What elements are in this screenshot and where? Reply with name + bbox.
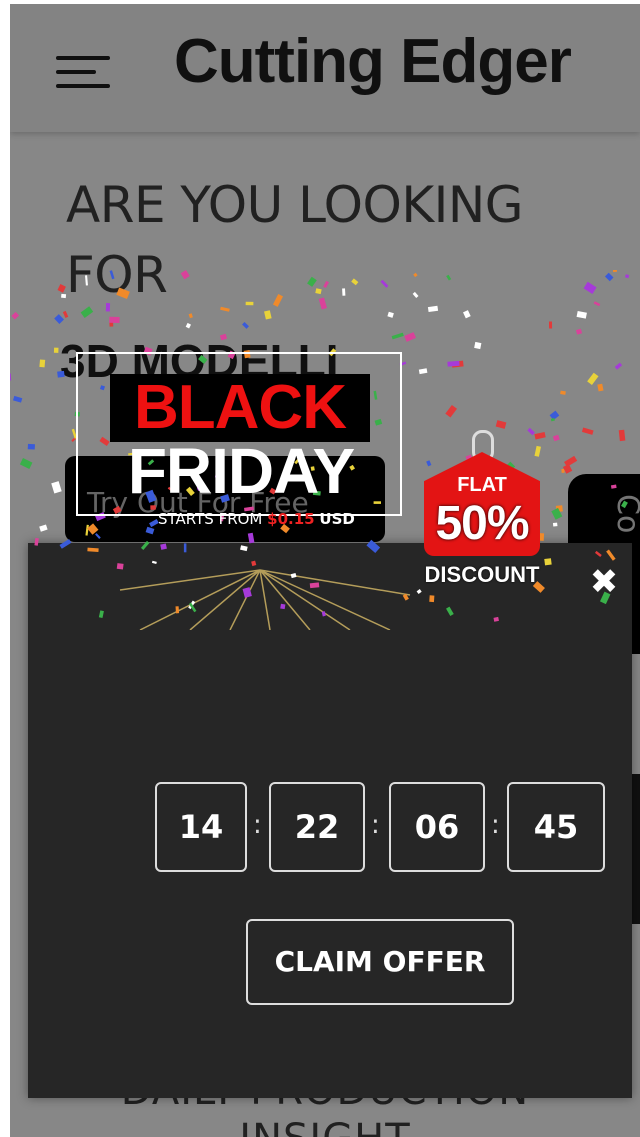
- tag-discount-text: DISCOUNT: [424, 562, 540, 587]
- starts-from-currency: USD: [319, 510, 355, 528]
- black-friday-banner: BLACK FRIDAY STARTS FROM $0.15 USD: [66, 344, 406, 528]
- banner-starts-from: STARTS FROM $0.15 USD: [158, 510, 355, 528]
- starts-from-price: $0.15: [267, 510, 315, 528]
- countdown-hours: 22: [269, 782, 365, 872]
- starts-from-label: STARTS FROM: [158, 510, 263, 528]
- tag-percent-text: 50%: [435, 497, 529, 550]
- countdown-separator: :: [253, 810, 262, 840]
- countdown-minutes: 06: [389, 782, 485, 872]
- countdown-seconds: 45: [507, 782, 605, 872]
- banner-black-text: BLACK: [110, 374, 370, 442]
- countdown-separator: :: [371, 810, 380, 840]
- banner-friday-text: FRIDAY: [127, 435, 355, 507]
- close-icon[interactable]: ✖: [588, 565, 620, 599]
- tag-flat-text: FLAT: [457, 474, 507, 496]
- discount-tag: FLAT 50% DISCOUNT: [420, 430, 550, 600]
- claim-offer-button[interactable]: CLAIM OFFER: [246, 919, 514, 1005]
- countdown-separator: :: [491, 810, 500, 840]
- countdown-days: 14: [155, 782, 247, 872]
